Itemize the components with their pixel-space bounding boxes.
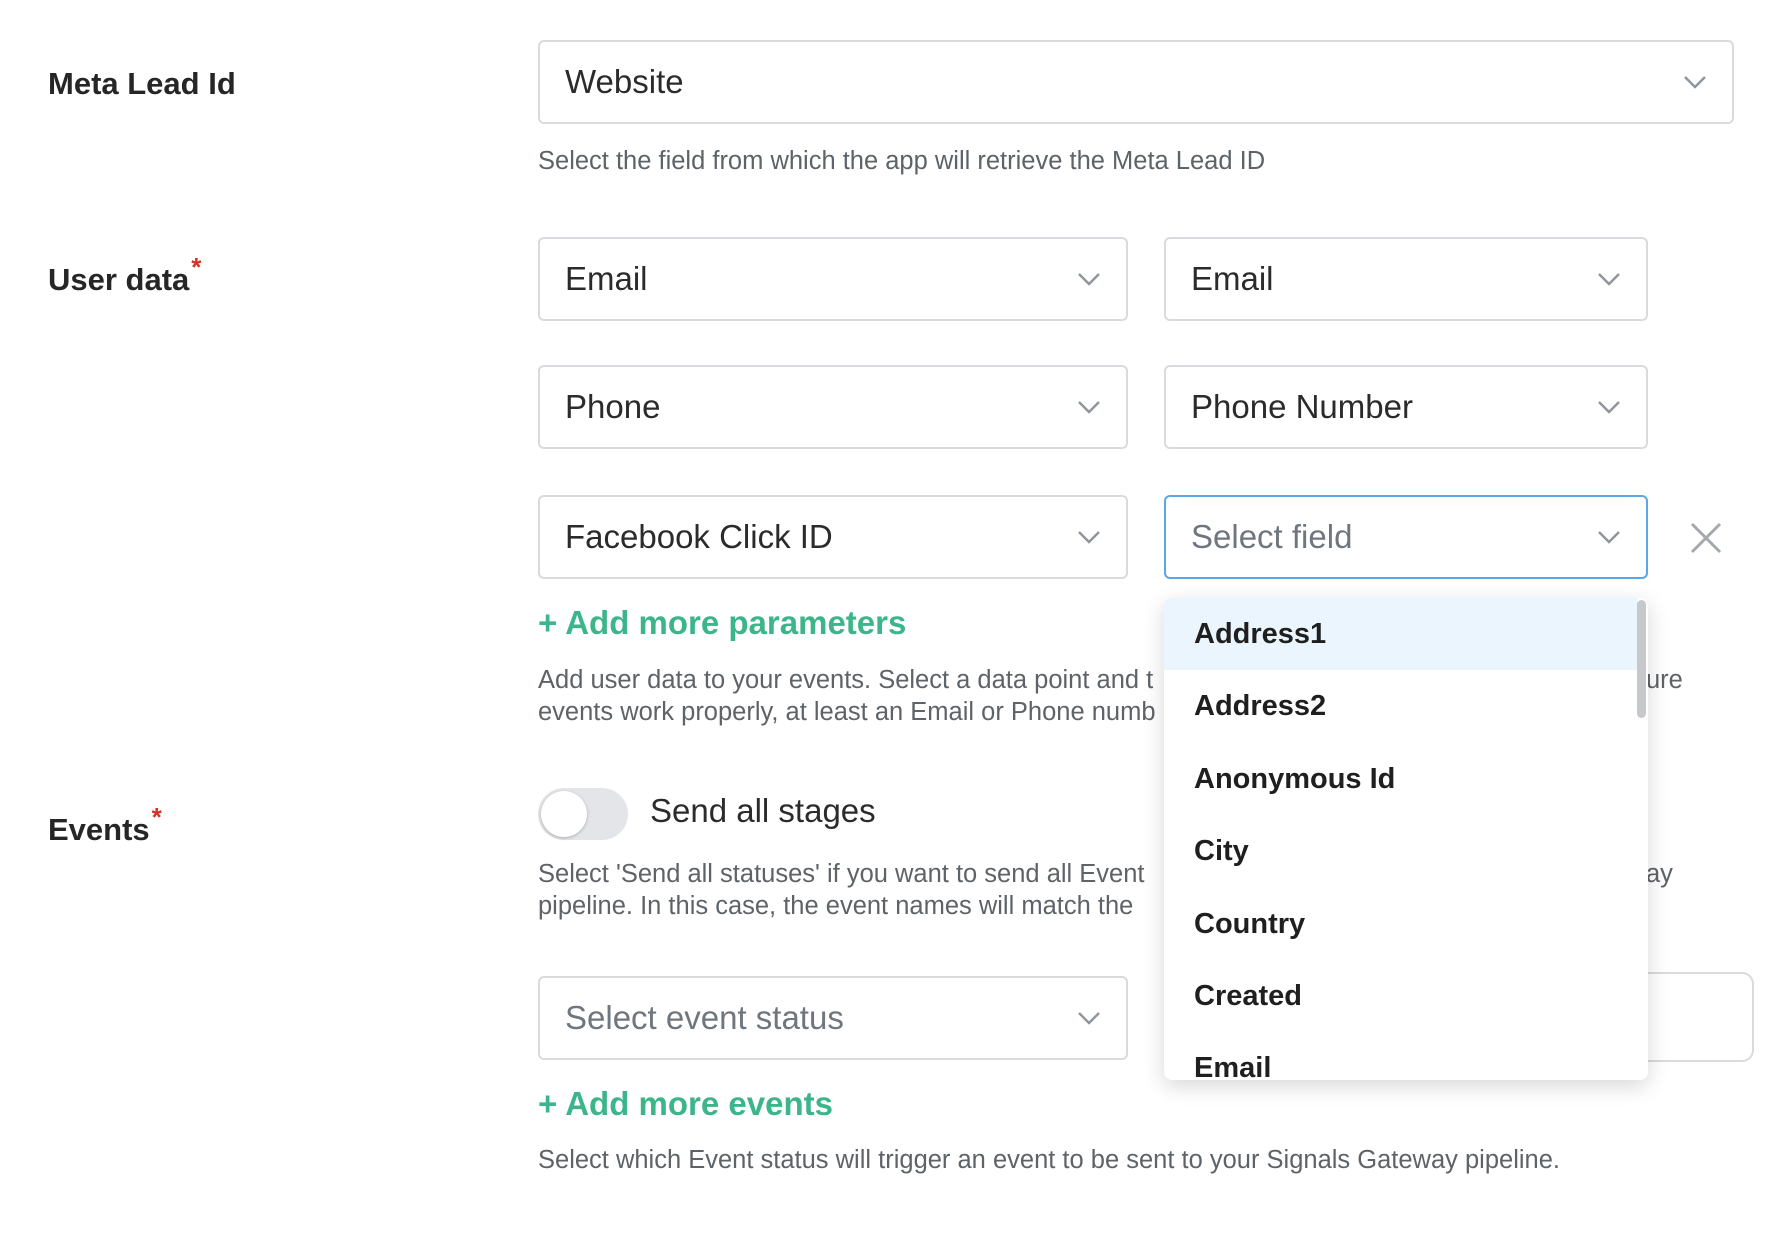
user-data-param-value-2: Phone [565,388,661,425]
meta-lead-select[interactable]: Website [538,40,1734,124]
user-data-field-placeholder-3: Select field [1191,518,1353,555]
chevron-down-icon [1078,1012,1100,1025]
chevron-down-icon [1078,401,1100,414]
user-data-param-value-1: Email [565,260,648,297]
events-label: Events* [48,802,162,848]
user-data-field-select-3[interactable]: Select field [1164,495,1648,579]
user-data-help-line2-start: events work properly, at least an Email … [538,698,1156,726]
chevron-down-icon [1078,531,1100,544]
user-data-param-select-3[interactable]: Facebook Click ID [538,495,1128,579]
toggle-knob [541,791,587,837]
user-data-field-value-1: Email [1191,260,1274,297]
meta-lead-select-value: Website [565,63,684,100]
required-marker: * [191,252,202,282]
user-data-field-select-2[interactable]: Phone Number [1164,365,1648,449]
user-data-help-line1-start: Add user data to your events. Select a d… [538,666,1154,694]
dropdown-scrollbar[interactable] [1637,600,1646,718]
user-data-label: User data* [48,252,201,298]
chevron-down-icon [1598,273,1620,286]
required-marker: * [151,802,162,832]
meta-lead-label: Meta Lead Id [48,66,236,101]
events-help-line1-start: Select 'Send all statuses' if you want t… [538,860,1145,888]
user-data-help-line1-end: ure [1646,666,1683,694]
dropdown-option[interactable]: Address2 [1164,670,1638,742]
dropdown-option[interactable]: Country [1164,888,1638,960]
user-data-param-select-1[interactable]: Email [538,237,1128,321]
field-dropdown-menu[interactable]: Address1 Address2 Anonymous Id City Coun… [1164,598,1648,1080]
user-data-param-select-2[interactable]: Phone [538,365,1128,449]
events-help-line1-end: ay [1646,860,1673,888]
events-bottom-help: Select which Event status will trigger a… [538,1146,1560,1174]
add-more-events-link[interactable]: + Add more events [538,1085,833,1123]
chevron-down-icon [1598,401,1620,414]
user-data-param-value-3: Facebook Click ID [565,518,833,555]
user-data-field-value-2: Phone Number [1191,388,1413,425]
dropdown-option[interactable]: Email [1164,1032,1638,1081]
chevron-down-icon [1078,273,1100,286]
dropdown-option[interactable]: Anonymous Id [1164,743,1638,815]
add-more-parameters-link[interactable]: + Add more parameters [538,604,906,642]
dropdown-option[interactable]: City [1164,815,1638,887]
user-data-label-text: User data [48,262,190,297]
chevron-down-icon [1598,531,1620,544]
events-label-text: Events [48,812,150,847]
chevron-down-icon [1684,76,1706,89]
user-data-field-select-1[interactable]: Email [1164,237,1648,321]
dropdown-option[interactable]: Created [1164,960,1638,1032]
close-icon[interactable] [1688,520,1724,556]
event-status-placeholder: Select event status [565,999,844,1036]
send-all-stages-toggle[interactable] [538,788,628,840]
dropdown-option[interactable]: Address1 [1164,598,1638,670]
events-help-line2-start: pipeline. In this case, the event names … [538,892,1134,920]
meta-lead-help: Select the field from which the app will… [538,147,1266,175]
event-status-select[interactable]: Select event status [538,976,1128,1060]
send-all-stages-label: Send all stages [650,792,876,829]
